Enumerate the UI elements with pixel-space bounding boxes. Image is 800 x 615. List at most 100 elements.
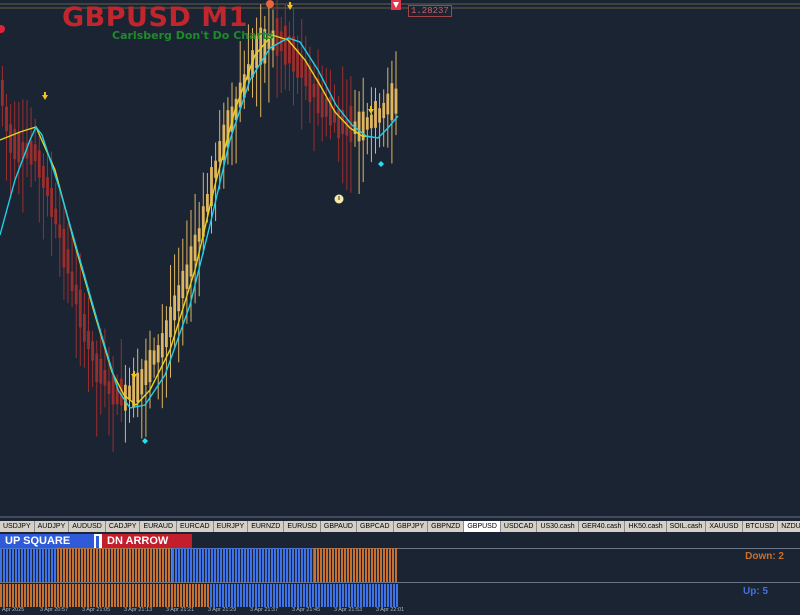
candle-body — [152, 350, 156, 365]
time-axis-label: 3 Apr 21:29 — [208, 607, 237, 613]
symbol-tab-xauusd[interactable]: XAUUSD — [706, 521, 743, 532]
histogram-bar — [256, 548, 258, 582]
candles-group — [1, 0, 398, 452]
histogram-bar — [105, 548, 107, 582]
histogram-bar — [51, 548, 53, 582]
histogram-bar — [162, 584, 164, 607]
symbol-tab-gbpaud[interactable]: GBPAUD — [321, 521, 357, 532]
histogram-bar — [126, 584, 128, 607]
histogram-bar — [229, 548, 231, 582]
histogram-bar — [295, 548, 297, 582]
candle-body — [173, 295, 176, 321]
histogram-bar — [120, 548, 122, 582]
histogram-bar — [362, 548, 364, 582]
histogram-bar — [240, 584, 242, 607]
symbol-tab-ger40cash[interactable]: GER40.cash — [579, 521, 626, 532]
candle-body — [214, 160, 217, 178]
symbol-tab-eurjpy[interactable]: EURJPY — [214, 521, 249, 532]
candle-body — [169, 306, 172, 338]
histogram-bar — [9, 584, 11, 607]
symbol-tab-soilcash[interactable]: SOIL.cash — [667, 521, 707, 532]
symbol-tab-audjpy[interactable]: AUDJPY — [35, 521, 70, 532]
up-square-button[interactable]: UP SQUARE — [0, 534, 94, 548]
histogram-bar — [300, 584, 302, 607]
candle-body — [140, 369, 144, 395]
histogram-bar — [132, 548, 134, 582]
candle-body — [185, 264, 189, 289]
histogram-bar — [210, 584, 212, 607]
symbol-tab-hk50cash[interactable]: HK50.cash — [625, 521, 667, 532]
symbol-tab-nzdusd[interactable]: NZDUSD — [778, 521, 800, 532]
histogram-bar — [165, 548, 167, 582]
down-arrow-icon — [131, 371, 137, 379]
histogram-bar — [390, 584, 392, 607]
histogram-bar — [186, 584, 188, 607]
histogram-bar — [396, 584, 398, 607]
candle-body — [382, 102, 386, 119]
histogram-bar — [60, 584, 62, 607]
histogram-bar — [304, 548, 306, 582]
histogram-bar — [153, 548, 155, 582]
symbol-tab-usdjpy[interactable]: USDJPY — [0, 521, 35, 532]
histogram-bar — [105, 584, 107, 607]
histogram-bar — [172, 548, 174, 582]
histogram-bar — [392, 548, 394, 582]
histogram-bar — [84, 548, 86, 582]
histogram-bar — [341, 548, 343, 582]
histogram-bar — [350, 548, 352, 582]
symbol-tab-us30cash[interactable]: US30.cash — [537, 521, 579, 532]
histogram-bar — [368, 548, 370, 582]
histogram-bar — [18, 584, 20, 607]
histogram-bar — [66, 584, 68, 607]
symbol-tab-gbpusd[interactable]: GBPUSD — [464, 521, 501, 532]
histogram-bar — [9, 548, 11, 582]
candle-body — [62, 228, 66, 268]
histogram-bar — [306, 584, 308, 607]
histogram-bar — [123, 548, 125, 582]
symbol-tab-gbpjpy[interactable]: GBPJPY — [394, 521, 429, 532]
symbol-tab-gbpnzd[interactable]: GBPNZD — [428, 521, 465, 532]
candle-body — [312, 83, 316, 98]
histogram-bar — [309, 584, 311, 607]
histogram-bar — [189, 584, 191, 607]
symbol-tab-eurcad[interactable]: EURCAD — [177, 521, 214, 532]
symbol-tab-audusd[interactable]: AUDUSD — [69, 521, 106, 532]
histogram-bar — [261, 584, 263, 607]
dn-arrow-button[interactable]: DN ARROW — [102, 534, 192, 548]
candle-body — [193, 234, 197, 261]
candle-body — [50, 187, 53, 217]
histogram-bar — [108, 548, 110, 582]
histogram-bar — [63, 548, 65, 582]
price-chart[interactable] — [0, 0, 800, 518]
histogram-bar — [289, 548, 291, 582]
histogram-bar — [87, 584, 89, 607]
histogram-bar — [393, 584, 395, 607]
histogram-bar — [244, 548, 246, 582]
histogram-bar — [177, 584, 179, 607]
histogram-bar — [129, 548, 131, 582]
symbol-tab-gbpcad[interactable]: GBPCAD — [357, 521, 394, 532]
histogram-bar — [159, 548, 161, 582]
histogram-bar — [317, 548, 319, 582]
histogram-bar — [321, 584, 323, 607]
price-label: 1.28237 — [408, 5, 452, 17]
symbol-tab-cadjpy[interactable]: CADJPY — [106, 521, 141, 532]
candle-body — [87, 330, 90, 350]
histogram-bar — [330, 584, 332, 607]
histogram-bar — [111, 584, 113, 607]
candle-body — [33, 144, 37, 162]
histogram-bar — [72, 548, 74, 582]
symbol-tab-usdcad[interactable]: USDCAD — [501, 521, 538, 532]
candle-body — [74, 284, 78, 305]
candle-body — [390, 83, 394, 121]
symbol-tab-btcusd[interactable]: BTCUSD — [743, 521, 779, 532]
candle-body — [148, 350, 152, 383]
histogram-bar — [150, 584, 152, 607]
histogram-bar — [395, 548, 397, 582]
histogram-bar — [291, 584, 293, 607]
histogram-bar — [24, 548, 26, 582]
symbol-tab-eurnzd[interactable]: EURNZD — [248, 521, 285, 532]
symbol-tab-euraud[interactable]: EURAUD — [140, 521, 177, 532]
symbol-tab-eurusd[interactable]: EURUSD — [284, 521, 321, 532]
down-count-label: Down: 2 — [745, 551, 784, 562]
